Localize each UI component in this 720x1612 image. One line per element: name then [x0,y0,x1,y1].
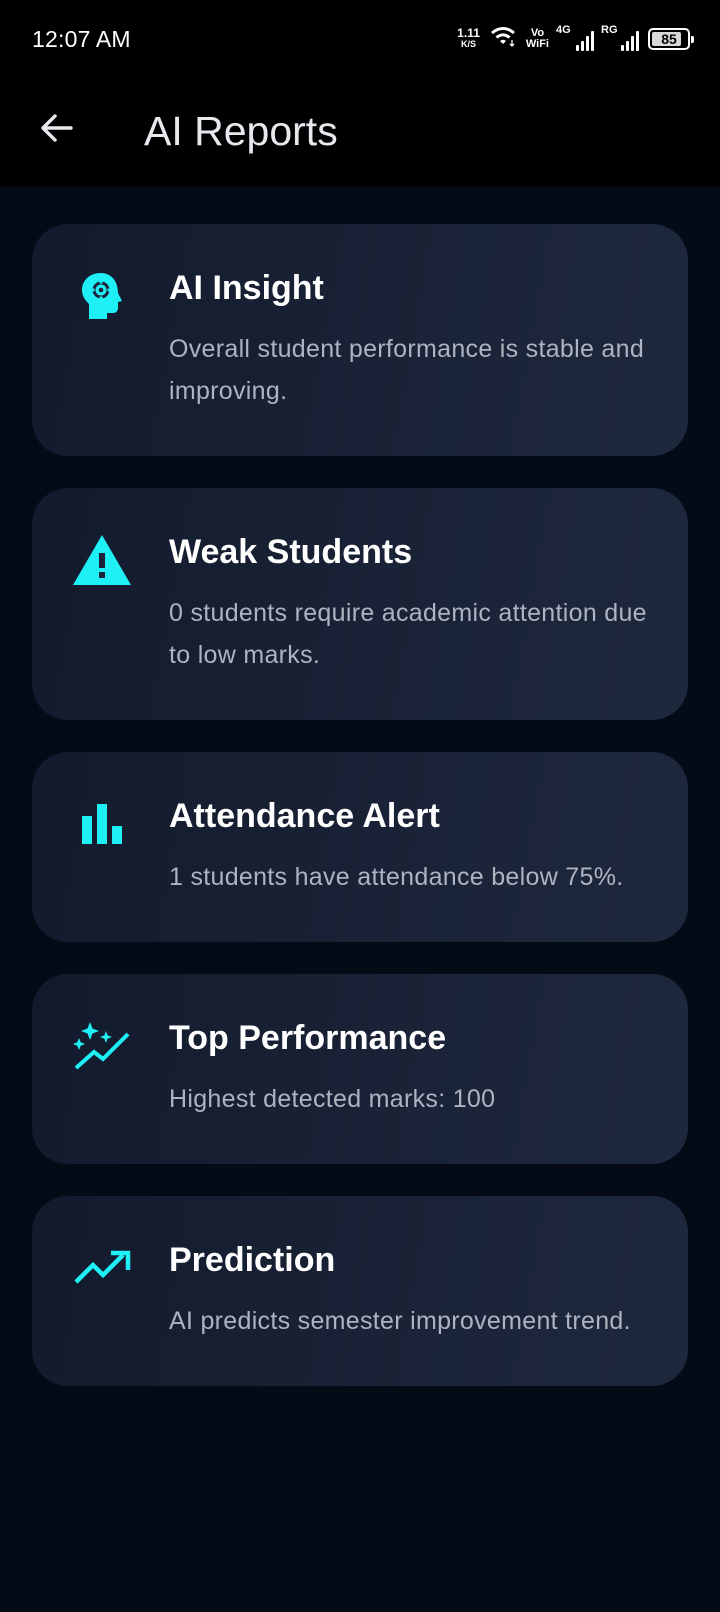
signal-bars [576,31,594,51]
signal-bars [621,31,639,51]
card-title: Attendance Alert [169,797,440,835]
card-title: Top Performance [169,1019,447,1057]
sim2-label: RG [601,24,618,36]
page-title: AI Reports [144,108,338,154]
auto-graph-sparkle-icon [72,1016,132,1076]
status-icons: 1.11 K/S Vo WiFi 4G RG 85 [457,24,694,54]
card-title: Weak Students [169,533,413,571]
network-speed-unit: K/S [461,39,477,49]
vowifi-indicator: Vo WiFi [526,28,549,50]
report-card-list: AI Insight Overall student performance i… [32,224,688,1418]
report-card-ai-insight[interactable]: AI Insight Overall student performance i… [32,224,688,456]
app-bar: AI Reports [0,80,720,187]
warning-triangle-icon [66,530,138,590]
report-card-prediction[interactable]: Prediction AI predicts semester improvem… [32,1196,688,1386]
signal-icon-sim1: 4G [556,24,594,51]
network-speed: 1.11 K/S [457,26,480,50]
bar-chart-icon [72,794,132,854]
card-description: 1 students have attendance below 75%. [169,863,624,891]
report-card-weak-students[interactable]: Weak Students 0 students require academi… [32,488,688,720]
vowifi-wifi: WiFi [525,38,549,50]
network-speed-value: 1.11 [457,26,480,40]
card-description: 0 students require academic attention du… [169,599,647,669]
report-card-attendance-alert[interactable]: Attendance Alert 1 students have attenda… [32,752,688,942]
wifi-icon [489,26,517,53]
status-time: 12:07 AM [32,26,131,52]
report-card-top-performance[interactable]: Top Performance Highest detected marks: … [32,974,688,1164]
signal-icon-sim2: RG [601,24,639,51]
trending-up-icon [72,1238,132,1298]
status-bar: 12:07 AM 1.11 K/S Vo WiFi 4G RG 85 [0,0,720,80]
card-title: Prediction [169,1241,336,1279]
psychology-head-icon [72,266,132,326]
card-title: AI Insight [169,269,324,307]
battery-level: 85 [661,31,677,47]
back-button[interactable] [30,104,82,156]
arrow-back-icon [38,112,74,149]
card-description: AI predicts semester improvement trend. [169,1307,631,1335]
card-description: Highest detected marks: 100 [169,1085,496,1113]
card-description: Overall student performance is stable an… [169,335,645,405]
battery-icon: 85 [648,28,694,50]
network-type: 4G [556,24,571,36]
